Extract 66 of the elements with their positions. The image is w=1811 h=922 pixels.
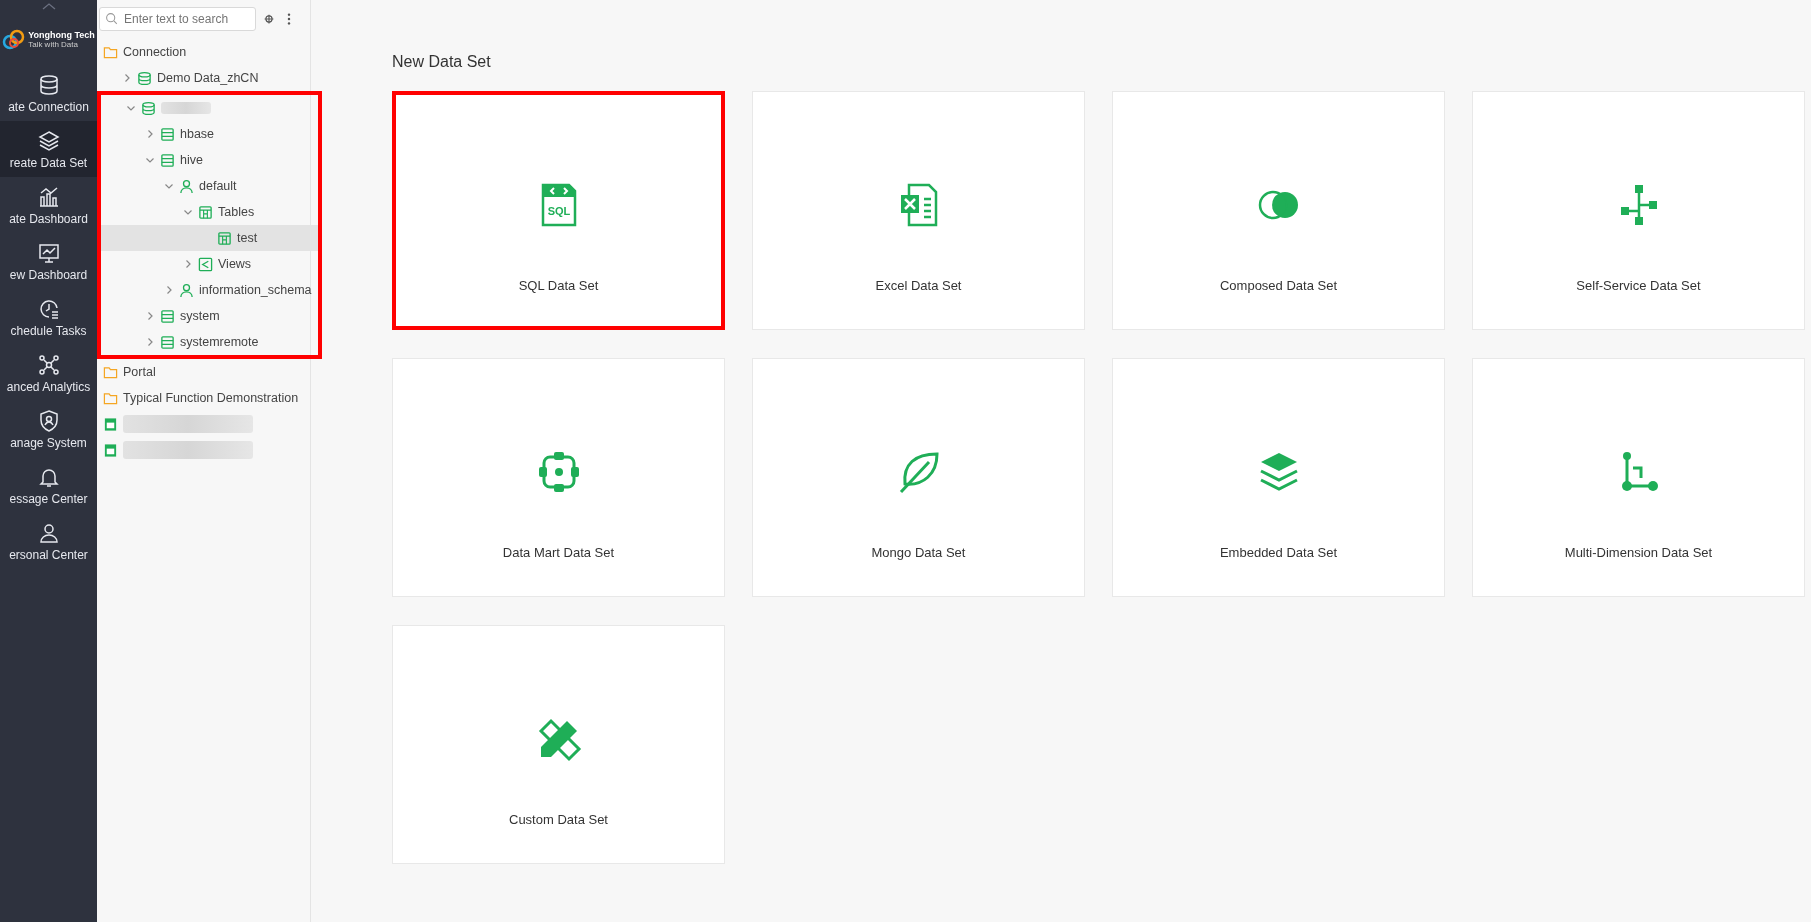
tree-item[interactable]: hive [101,147,318,173]
folder-icon [103,364,118,380]
nav-item[interactable]: ew Dashboard [0,233,97,289]
server-icon [160,126,175,142]
chevron-down-icon[interactable] [164,181,174,191]
folder-icon [103,390,118,406]
tree-item[interactable]: hbase [101,121,318,147]
nav-item[interactable]: anced Analytics [0,345,97,401]
database-icon [137,70,152,86]
chevron-right-icon[interactable] [183,259,193,269]
tree-item[interactable]: Connection [97,39,310,65]
chevron-right-icon[interactable] [145,129,155,139]
server-icon [160,308,175,324]
tree-item[interactable]: default [101,173,318,199]
folder-icon [103,44,118,60]
tree-item[interactable]: Portal [97,359,310,385]
nav-item[interactable]: anage System [0,401,97,457]
tree-item[interactable]: systemremote [101,329,318,355]
search-field[interactable]: Enter text to search [99,7,256,31]
report-icon [103,442,118,458]
nav-item[interactable]: chedule Tasks [0,289,97,345]
nav-item[interactable]: ate Connection [0,65,97,121]
chevron-right-icon[interactable] [122,73,132,83]
search-icon [105,12,118,25]
chevron-right-icon[interactable] [145,337,155,347]
user-icon [179,282,194,298]
chevron-down-icon[interactable] [145,155,155,165]
logo-name: Yonghong Tech [28,30,95,40]
tree-item[interactable]: Views [101,251,318,277]
tree-item[interactable]: system [101,303,318,329]
data-set-card[interactable]: Data Mart Data Set [392,358,725,597]
share-icon [198,256,213,272]
nav-item[interactable]: ersonal Center [0,513,97,569]
server-icon [160,334,175,350]
report-icon [103,416,118,432]
chevron-right-icon[interactable] [164,285,174,295]
table-icon [198,204,213,220]
table-icon [217,230,232,246]
tree-item[interactable]: test [101,225,318,251]
tree-item[interactable]: information_schema [101,277,318,303]
tree-item[interactable]: Demo Data_zhCN [97,65,310,91]
nav-item[interactable]: reate Data Set [0,121,97,177]
data-set-card[interactable]: Custom Data Set [392,625,725,864]
data-set-card[interactable]: Composed Data Set [1112,91,1445,330]
network-icon [36,352,61,377]
chevron-right-icon[interactable] [145,311,155,321]
tree-item[interactable]: Typical Function Demonstration [97,385,310,411]
server-icon [160,152,175,168]
chevron-down-icon[interactable] [126,103,136,113]
database-icon [141,100,156,116]
chevron-down-icon[interactable] [183,207,193,217]
data-set-card[interactable]: Multi-Dimension Data Set [1472,358,1805,597]
rings-logo-icon [2,27,27,52]
page-title: New Data Set [392,53,492,71]
user-icon [179,178,194,194]
layers-icon [36,128,61,153]
data-set-card[interactable]: SQL SQL Data Set [392,91,725,330]
nav-item[interactable]: ate Dashboard [0,177,97,233]
data-set-card[interactable]: Self-Service Data Set [1472,91,1805,330]
logo-tagline: Talk with Data [28,40,79,49]
tree-item[interactable]: Tables [101,199,318,225]
data-set-card[interactable]: Mongo Data Set [752,358,1085,597]
locate-icon[interactable] [262,12,276,26]
data-set-card[interactable]: Embedded Data Set [1112,358,1445,597]
data-set-card[interactable]: Excel Data Set [752,91,1085,330]
nav-item[interactable]: essage Center [0,457,97,513]
